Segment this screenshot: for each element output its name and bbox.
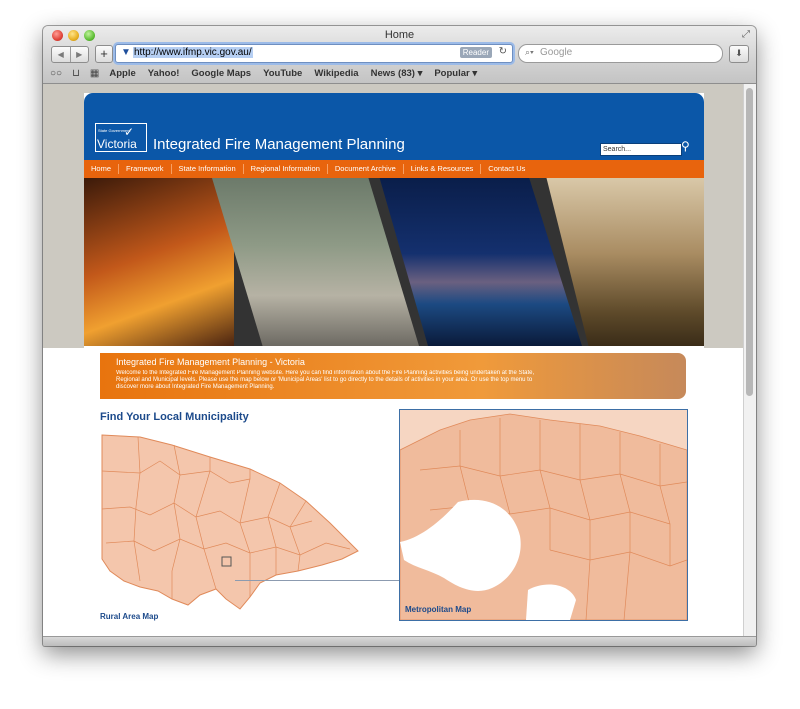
map-connector-line xyxy=(235,580,400,581)
url-text[interactable]: http://www.ifmp.vic.gov.au/ xyxy=(133,47,253,58)
reader-button[interactable]: Reader xyxy=(459,47,492,58)
forward-button[interactable]: ▶ xyxy=(69,47,89,62)
scrollbar-thumb[interactable] xyxy=(746,88,753,396)
status-bar xyxy=(43,636,756,646)
site-search-icon[interactable]: ⚲ xyxy=(681,139,690,153)
intro-text: Welcome to the Integrated Fire Managemen… xyxy=(116,370,535,390)
address-bar[interactable]: ▼ http://www.ifmp.vic.gov.au/ Reader ↻ xyxy=(115,44,513,63)
nav-regional-information[interactable]: Regional Information xyxy=(244,164,328,174)
find-municipality-heading: Find Your Local Municipality xyxy=(100,411,249,423)
bookmark-folder-news[interactable]: News (83) ▾ xyxy=(371,68,423,79)
fullscreen-icon[interactable]: ⤢ xyxy=(742,29,750,40)
page-viewport: ✓ State Government Victoria Integrated F… xyxy=(43,84,744,636)
search-icon: ⌕▾ xyxy=(525,47,534,57)
back-button[interactable]: ◀ xyxy=(52,47,70,62)
site-header: ✓ State Government Victoria Integrated F… xyxy=(84,93,704,160)
victoria-state-shape xyxy=(101,434,359,610)
bookmark-item[interactable]: Apple xyxy=(109,68,135,79)
bookmark-item[interactable]: YouTube xyxy=(263,68,302,79)
reload-icon[interactable]: ↻ xyxy=(499,46,507,57)
metropolitan-map-label[interactable]: Metropolitan Map xyxy=(405,605,471,614)
hero-photo-fire xyxy=(84,178,234,346)
nav-framework[interactable]: Framework xyxy=(119,164,172,174)
logo-text: Victoria xyxy=(97,137,137,151)
reading-list-icon[interactable]: ○○ xyxy=(50,68,62,79)
logo-small-text: State Government xyxy=(98,128,131,133)
nav-state-information[interactable]: State Information xyxy=(172,164,244,174)
browser-search-field[interactable]: ⌕▾ Google xyxy=(518,44,723,63)
bookmark-folder-popular[interactable]: Popular ▾ xyxy=(434,68,477,79)
nav-links-resources[interactable]: Links & Resources xyxy=(404,164,482,174)
site-search-input[interactable]: Search... xyxy=(600,143,682,156)
rural-area-map[interactable] xyxy=(100,431,362,611)
browser-toolbar: Home ⤢ ◀ ▶ + ▼ http://www.ifmp.vic.gov.a… xyxy=(43,26,756,84)
intro-panel: Integrated Fire Management Planning - Vi… xyxy=(100,353,686,399)
nav-home[interactable]: Home xyxy=(84,164,120,174)
metro-map-graphic xyxy=(400,410,687,620)
victoria-logo[interactable]: ✓ State Government Victoria xyxy=(95,123,147,152)
back-forward-buttons: ◀ ▶ xyxy=(51,46,89,63)
bookmark-item[interactable]: Wikipedia xyxy=(314,68,358,79)
browser-window: Home ⤢ ◀ ▶ + ▼ http://www.ifmp.vic.gov.a… xyxy=(43,26,756,646)
site-favicon-icon: ▼ xyxy=(121,47,131,58)
window-title: Home xyxy=(384,29,415,41)
nav-contact-us[interactable]: Contact Us xyxy=(481,164,532,174)
bookmarks-book-icon[interactable]: ⊔ xyxy=(72,68,80,79)
metropolitan-map[interactable]: Metropolitan Map xyxy=(399,409,688,621)
bookmark-item[interactable]: Google Maps xyxy=(191,68,251,79)
add-bookmark-button[interactable]: + xyxy=(95,45,113,63)
nav-document-archive[interactable]: Document Archive xyxy=(328,164,404,174)
bookmark-item[interactable]: Yahoo! xyxy=(148,68,180,79)
intro-title: Integrated Fire Management Planning - Vi… xyxy=(116,357,305,367)
site-container: ✓ State Government Victoria Integrated F… xyxy=(84,93,704,636)
top-sites-grid-icon[interactable]: ▦ xyxy=(90,68,99,79)
rural-area-map-label[interactable]: Rural Area Map xyxy=(100,612,158,621)
bookmarks-bar: ○○ ⊔ ▦ Apple Yahoo! Google Maps YouTube … xyxy=(50,66,489,80)
downloads-button[interactable]: ⬇ xyxy=(729,45,749,63)
site-title: Integrated Fire Management Planning xyxy=(153,136,405,153)
browser-search-placeholder: Google xyxy=(540,47,573,58)
site-nav: Home Framework State Information Regiona… xyxy=(84,160,704,178)
hero-banner xyxy=(84,178,704,346)
vertical-scrollbar[interactable] xyxy=(743,84,756,636)
